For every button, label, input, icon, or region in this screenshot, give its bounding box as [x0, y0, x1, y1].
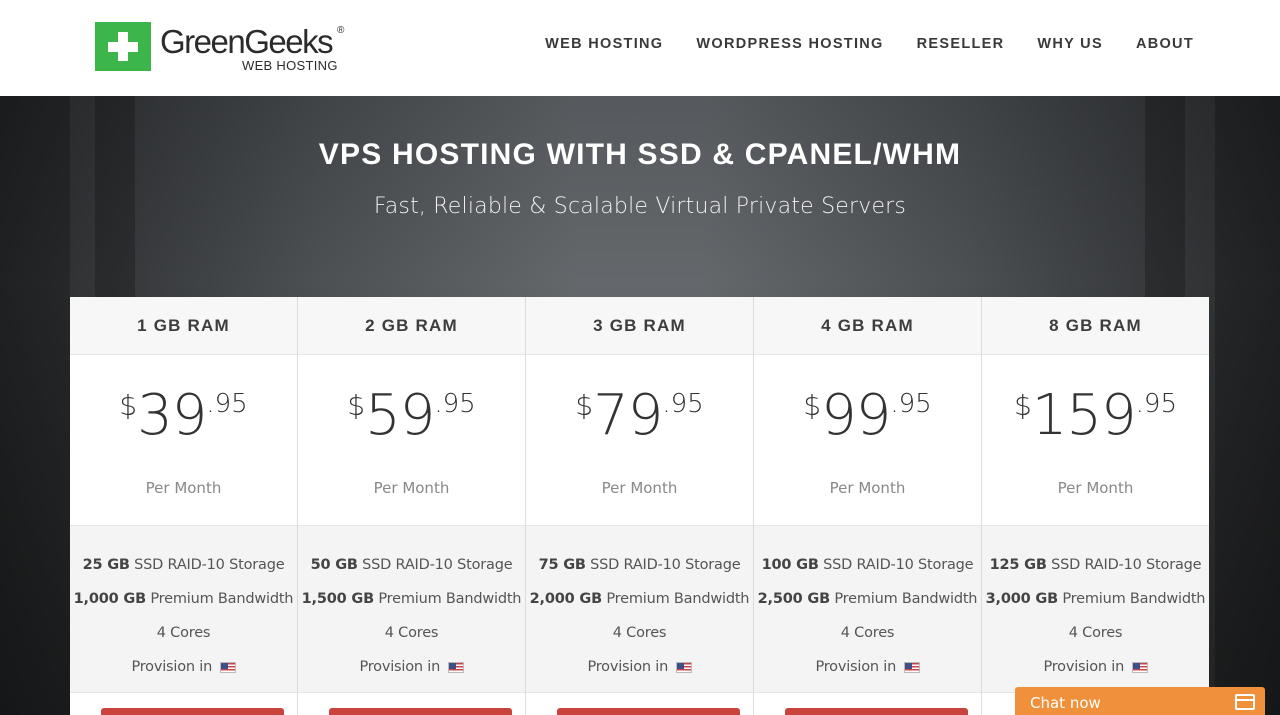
order-button[interactable]	[329, 708, 512, 715]
plan-card: 2 GB RAM $59.95 Per Month 50 GB SSD RAID…	[298, 297, 526, 715]
site-header: GreenGeeks ® WEB HOSTING WEB HOSTING WOR…	[0, 0, 1280, 96]
plan-name: 3 GB RAM	[526, 297, 753, 355]
price-amount: 79	[593, 383, 663, 448]
feature-bandwidth: 2,500 GB Premium Bandwidth	[757, 591, 978, 607]
plan-name: 4 GB RAM	[754, 297, 981, 355]
plan-card: 8 GB RAM $159.95 Per Month 125 GB SSD RA…	[982, 297, 1209, 715]
chat-window-icon[interactable]	[1235, 694, 1255, 710]
price-amount: 59	[365, 383, 435, 448]
feature-provision: Provision in	[982, 650, 1209, 684]
feature-provision: Provision in	[526, 650, 753, 684]
feature-storage: 100 GB SSD RAID-10 Storage	[761, 557, 974, 573]
feature-provision: Provision in	[70, 650, 297, 684]
price-currency: $	[1013, 389, 1032, 422]
plan-features: 50 GB SSD RAID-10 Storage 1,500 GB Premi…	[298, 525, 525, 693]
order-button[interactable]	[557, 708, 740, 715]
price-cents: .95	[1135, 389, 1178, 419]
price-amount: 39	[137, 383, 207, 448]
price-period: Per Month	[601, 479, 678, 497]
logo-subtitle: WEB HOSTING	[242, 58, 338, 73]
plan-name: 1 GB RAM	[70, 297, 297, 355]
plan-features: 75 GB SSD RAID-10 Storage 2,000 GB Premi…	[526, 525, 753, 693]
nav-about[interactable]: ABOUT	[1136, 36, 1194, 52]
plan-price: $59.95 Per Month	[298, 355, 525, 525]
feature-storage: 50 GB SSD RAID-10 Storage	[310, 557, 513, 573]
price-cents: .95	[890, 389, 932, 419]
main-nav: WEB HOSTING WORDPRESS HOSTING RESELLER W…	[512, 36, 1194, 52]
price-currency: $	[803, 389, 822, 422]
plan-price: $79.95 Per Month	[526, 355, 753, 525]
feature-storage: 125 GB SSD RAID-10 Storage	[989, 557, 1202, 573]
feature-bandwidth: 1,000 GB Premium Bandwidth	[73, 591, 294, 607]
price-currency: $	[119, 389, 138, 422]
plan-name: 8 GB RAM	[982, 297, 1209, 355]
nav-wordpress-hosting[interactable]: WORDPRESS HOSTING	[696, 36, 883, 52]
us-flag-icon	[1131, 661, 1148, 673]
feature-bandwidth: 1,500 GB Premium Bandwidth	[301, 591, 522, 607]
logo-registered-mark: ®	[337, 25, 345, 36]
price-period: Per Month	[373, 479, 450, 497]
plan-name: 2 GB RAM	[298, 297, 525, 355]
feature-bandwidth: 2,000 GB Premium Bandwidth	[529, 591, 750, 607]
pricing-table: 1 GB RAM $39.95 Per Month 25 GB SSD RAID…	[70, 297, 1209, 715]
us-flag-icon	[675, 661, 692, 673]
greengeeks-logo[interactable]: GreenGeeks ® WEB HOSTING	[95, 22, 355, 74]
us-flag-icon	[219, 661, 236, 673]
server-rack-decoration	[1215, 96, 1280, 715]
nav-reseller[interactable]: RESELLER	[917, 36, 1005, 52]
feature-cores: 4 Cores	[156, 625, 211, 641]
feature-storage: 75 GB SSD RAID-10 Storage	[538, 557, 741, 573]
price-amount: 159	[1031, 383, 1137, 448]
plan-price: $99.95 Per Month	[754, 355, 981, 525]
plan-features: 100 GB SSD RAID-10 Storage 2,500 GB Prem…	[754, 525, 981, 693]
price-amount: 99	[821, 383, 891, 448]
feature-cores: 4 Cores	[384, 625, 439, 641]
price-cents: .95	[434, 389, 476, 419]
plan-price: $39.95 Per Month	[70, 355, 297, 525]
nav-web-hosting[interactable]: WEB HOSTING	[545, 36, 663, 52]
plan-card: 4 GB RAM $99.95 Per Month 100 GB SSD RAI…	[754, 297, 982, 715]
feature-provision: Provision in	[298, 650, 525, 684]
us-flag-icon	[447, 661, 464, 673]
hero-title: VPS HOSTING WITH SSD & CPANEL/WHM	[318, 138, 962, 171]
plan-features: 25 GB SSD RAID-10 Storage 1,000 GB Premi…	[70, 525, 297, 693]
order-button[interactable]	[101, 708, 284, 715]
price-period: Per Month	[145, 479, 222, 497]
price-cents: .95	[662, 389, 704, 419]
order-button[interactable]	[785, 708, 968, 715]
feature-cores: 4 Cores	[840, 625, 895, 641]
feature-cores: 4 Cores	[1068, 625, 1123, 641]
nav-why-us[interactable]: WHY US	[1037, 36, 1103, 52]
us-flag-icon	[903, 661, 920, 673]
price-period: Per Month	[829, 479, 906, 497]
feature-bandwidth: 3,000 GB Premium Bandwidth	[985, 591, 1206, 607]
plus-logo-icon	[95, 22, 151, 71]
plan-price: $159.95 Per Month	[982, 355, 1209, 525]
price-period: Per Month	[1057, 479, 1134, 497]
plan-card: 1 GB RAM $39.95 Per Month 25 GB SSD RAID…	[70, 297, 298, 715]
price-currency: $	[575, 389, 594, 422]
chat-label[interactable]: Chat now	[1030, 694, 1101, 712]
price-cents: .95	[206, 389, 248, 419]
server-rack-decoration	[0, 96, 70, 715]
feature-provision: Provision in	[754, 650, 981, 684]
logo-name: GreenGeeks	[160, 23, 334, 60]
feature-storage: 25 GB SSD RAID-10 Storage	[82, 557, 285, 573]
plan-features: 125 GB SSD RAID-10 Storage 3,000 GB Prem…	[982, 525, 1209, 693]
plan-card: 3 GB RAM $79.95 Per Month 75 GB SSD RAID…	[526, 297, 754, 715]
hero-subtitle: Fast, Reliable & Scalable Virtual Privat…	[373, 194, 907, 219]
chat-widget[interactable]: Chat now	[1015, 687, 1265, 715]
price-currency: $	[347, 389, 366, 422]
feature-cores: 4 Cores	[612, 625, 667, 641]
